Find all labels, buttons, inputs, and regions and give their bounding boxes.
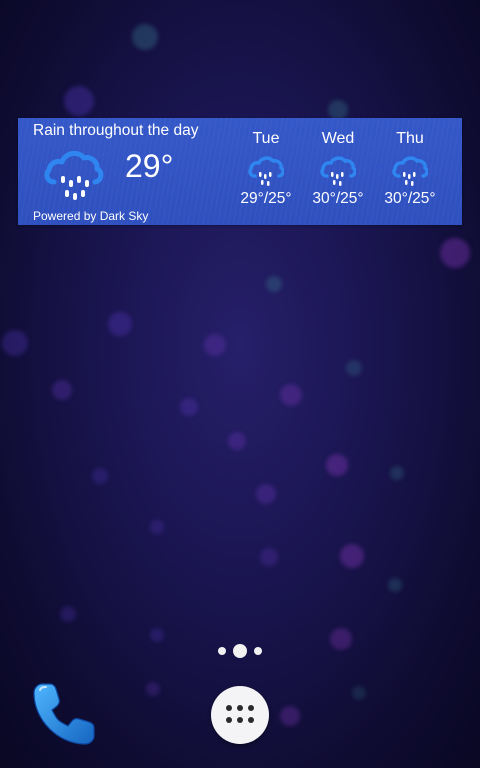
forecast-temps: 30°/25° xyxy=(384,190,436,207)
weather-summary: Rain throughout the day xyxy=(33,122,199,139)
page-indicator[interactable] xyxy=(214,643,266,659)
page-dot-2-active xyxy=(233,644,247,658)
forecast-temps: 30°/25° xyxy=(312,190,364,207)
app-drawer-button[interactable] xyxy=(211,686,269,744)
rain-cloud-icon xyxy=(248,154,285,188)
current-temperature: 29° xyxy=(125,148,174,184)
phone-handset-icon xyxy=(28,683,100,754)
phone-app-button[interactable] xyxy=(28,678,100,750)
powered-by-label: Powered by Dark Sky xyxy=(33,209,149,223)
weather-widget[interactable]: Rain throughout the day 29° Powered by D… xyxy=(18,118,462,225)
page-dot-3 xyxy=(254,647,262,655)
app-drawer-icon xyxy=(211,686,269,744)
forecast-day-tue: Tue 29°/25° xyxy=(230,130,302,208)
rain-cloud-icon xyxy=(392,154,429,188)
page-dot-1 xyxy=(218,647,226,655)
rain-cloud-icon xyxy=(44,146,104,204)
forecast-day-thu: Thu 30°/25° xyxy=(374,130,446,208)
forecast-day-wed: Wed 30°/25° xyxy=(302,130,374,208)
forecast-day-name: Wed xyxy=(321,130,355,147)
forecast-temps: 29°/25° xyxy=(240,190,292,207)
forecast-day-name: Thu xyxy=(396,130,424,147)
rain-cloud-icon xyxy=(320,154,357,188)
forecast-day-name: Tue xyxy=(252,130,280,147)
